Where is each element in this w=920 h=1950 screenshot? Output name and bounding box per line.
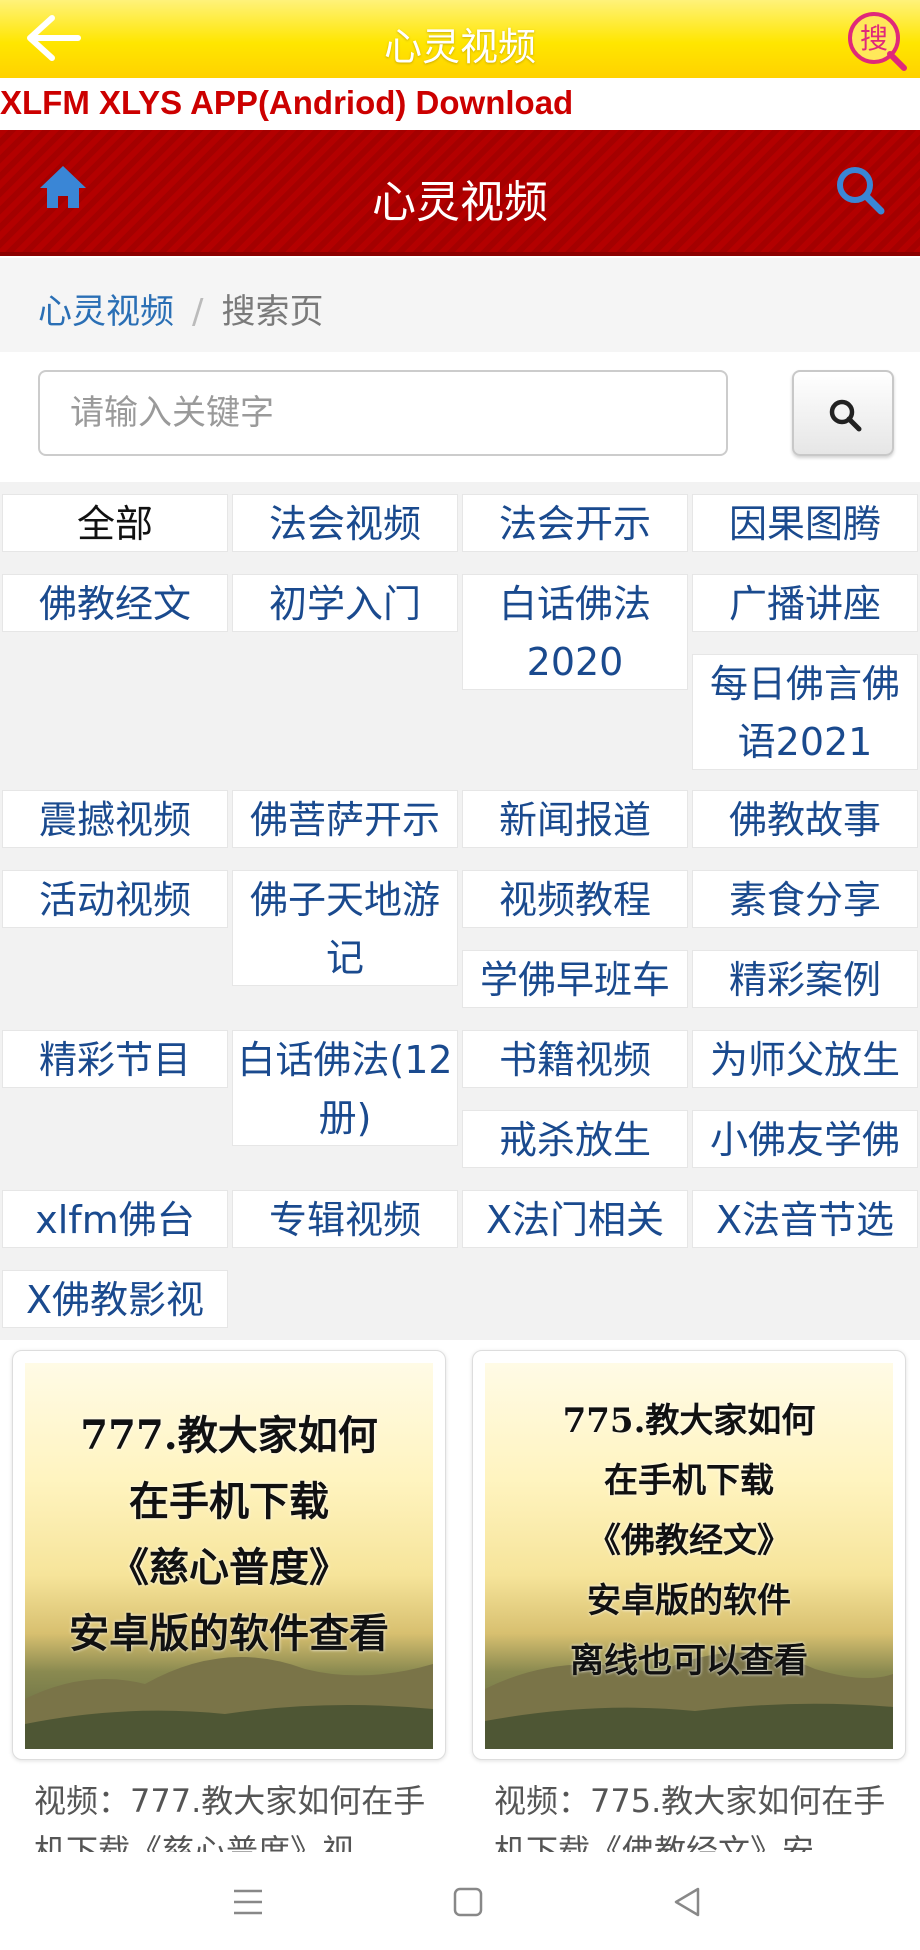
category-item[interactable]: 佛教经文: [2, 574, 228, 632]
category-item[interactable]: 每日佛言佛 语2021: [692, 654, 918, 770]
breadcrumb: 心灵视频 / 搜索页: [0, 258, 920, 352]
video-thumbnail: 777.教大家如何 在手机下载 《慈心普度》 安卓版的软件查看: [25, 1363, 433, 1749]
thumbnail-text-line: 在手机下载: [604, 1461, 774, 1501]
category-item[interactable]: 震撼视频: [2, 790, 228, 848]
category-label-line: 白话佛法: [498, 582, 651, 626]
thumbnail-text-line: 在手机下载: [129, 1478, 329, 1525]
search-button[interactable]: [792, 370, 894, 456]
category-label-line: 白话佛法(12: [237, 1038, 453, 1082]
thumbnail-text-line: 离线也可以查看: [570, 1641, 808, 1681]
category-item[interactable]: X佛教影视: [2, 1270, 228, 1328]
category-item[interactable]: 书籍视频: [462, 1030, 688, 1088]
category-label-line: 语2021: [737, 720, 873, 764]
category-item[interactable]: 视频教程: [462, 870, 688, 928]
category-item[interactable]: 佛教故事: [692, 790, 918, 848]
video-caption[interactable]: 视频：777.教大家如何在手机下载《慈心普度》视: [34, 1776, 454, 1852]
category-item[interactable]: 白话佛法(12 册): [232, 1030, 458, 1146]
category-item[interactable]: xlfm佛台: [2, 1190, 228, 1248]
thumbnail-text-line: 775.教大家如何: [562, 1401, 816, 1441]
category-item[interactable]: 佛菩萨开示: [232, 790, 458, 848]
category-label-line: 记: [325, 936, 364, 980]
category-item[interactable]: 为师父放生: [692, 1030, 918, 1088]
thumbnail-text-line: 安卓版的软件查看: [69, 1610, 389, 1657]
app-bar: 心灵视频 搜: [0, 0, 920, 78]
category-item[interactable]: X法门相关: [462, 1190, 688, 1248]
category-label-line: 2020: [526, 640, 624, 684]
category-item[interactable]: 法会开示: [462, 494, 688, 552]
category-item[interactable]: 小佛友学佛: [692, 1110, 918, 1168]
breadcrumb-current: 搜索页: [221, 292, 324, 332]
video-card[interactable]: 777.教大家如何 在手机下载 《慈心普度》 安卓版的软件查看: [12, 1350, 446, 1760]
breadcrumb-home-link[interactable]: 心灵视频: [38, 292, 174, 332]
breadcrumb-separator: /: [192, 292, 204, 332]
video-card[interactable]: 775.教大家如何 在手机下载 《佛教经文》 安卓版的软件 离线也可以查看: [472, 1350, 906, 1760]
category-item[interactable]: X法音节选: [692, 1190, 918, 1248]
site-header: 心灵视频: [0, 130, 920, 256]
home-square-icon[interactable]: [448, 1882, 488, 1922]
thumbnail-text-line: 安卓版的软件: [587, 1581, 791, 1621]
back-triangle-icon[interactable]: [668, 1882, 708, 1922]
category-item[interactable]: 新闻报道: [462, 790, 688, 848]
category-item[interactable]: 白话佛法 2020: [462, 574, 688, 690]
thumbnail-text-line: 777.教大家如何: [80, 1412, 378, 1459]
category-item[interactable]: 初学入门: [232, 574, 458, 632]
category-item[interactable]: 因果图腾: [692, 494, 918, 552]
search-icon: [829, 399, 862, 432]
video-caption[interactable]: 视频：775.教大家如何在手机下载《佛教经文》安: [494, 1776, 914, 1852]
category-item[interactable]: 活动视频: [2, 870, 228, 928]
category-item[interactable]: 精彩节目: [2, 1030, 228, 1088]
category-item[interactable]: 学佛早班车: [462, 950, 688, 1008]
system-nav-bar: [0, 1852, 920, 1950]
category-item[interactable]: 全部: [2, 494, 228, 552]
thumbnail-text-line: 《佛教经文》: [587, 1521, 791, 1561]
category-item[interactable]: 广播讲座: [692, 574, 918, 632]
search-icon[interactable]: [834, 164, 886, 216]
search-sou-icon[interactable]: 搜: [844, 8, 908, 72]
category-item[interactable]: 戒杀放生: [462, 1110, 688, 1168]
category-item[interactable]: 素食分享: [692, 870, 918, 928]
video-thumbnail: 775.教大家如何 在手机下载 《佛教经文》 安卓版的软件 离线也可以查看: [485, 1363, 893, 1749]
thumbnail-text-line: 《慈心普度》: [109, 1544, 349, 1591]
search-sou-glyph: 搜: [860, 22, 888, 55]
menu-icon[interactable]: [228, 1882, 268, 1922]
site-title: 心灵视频: [372, 177, 548, 228]
download-banner[interactable]: XLFM XLYS APP(Andriod) Download: [0, 84, 573, 122]
app-title: 心灵视频: [383, 25, 536, 69]
category-item[interactable]: 精彩案例: [692, 950, 918, 1008]
category-label-line: 每日佛言佛: [709, 662, 900, 706]
category-item[interactable]: 法会视频: [232, 494, 458, 552]
category-label-line: 佛子天地游: [249, 878, 440, 922]
search-input[interactable]: [38, 370, 728, 456]
category-label-line: 册): [318, 1096, 372, 1140]
category-item[interactable]: 佛子天地游 记: [232, 870, 458, 986]
category-item[interactable]: 专辑视频: [232, 1190, 458, 1248]
